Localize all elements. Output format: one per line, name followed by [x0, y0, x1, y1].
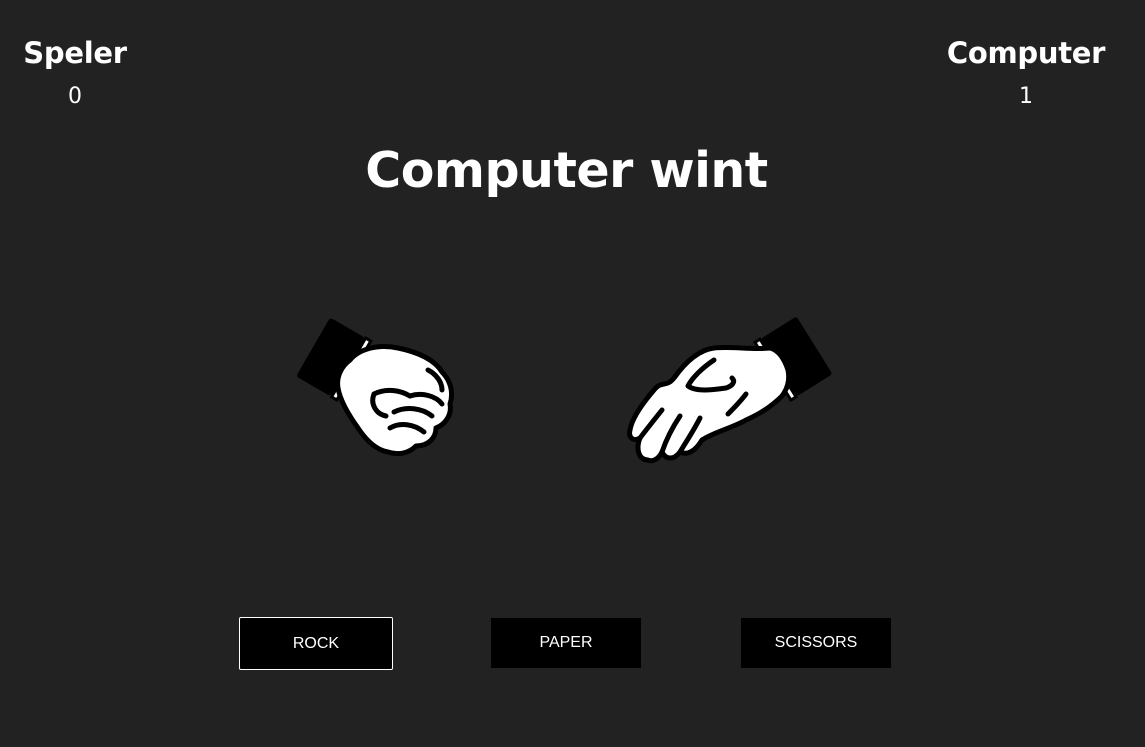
result-message: Computer wint — [365, 142, 768, 199]
game-stage: Speler 0 Computer 1 Computer wint ROCK P… — [0, 0, 1145, 747]
scissors-button[interactable]: SCISSORS — [741, 618, 891, 668]
player-score-value: 0 — [68, 84, 82, 109]
computer-score-panel: Computer 1 — [935, 34, 1117, 111]
computer-score-value: 1 — [1019, 84, 1033, 109]
player-hand-rock-icon — [290, 300, 470, 470]
computer-score-label: Computer — [946, 36, 1106, 70]
rock-button[interactable]: ROCK — [239, 617, 393, 670]
player-score-label: Speler — [23, 36, 127, 70]
paper-button[interactable]: PAPER — [491, 618, 641, 668]
computer-hand-paper-icon — [622, 300, 832, 470]
player-score-panel: Speler 0 — [15, 34, 135, 111]
